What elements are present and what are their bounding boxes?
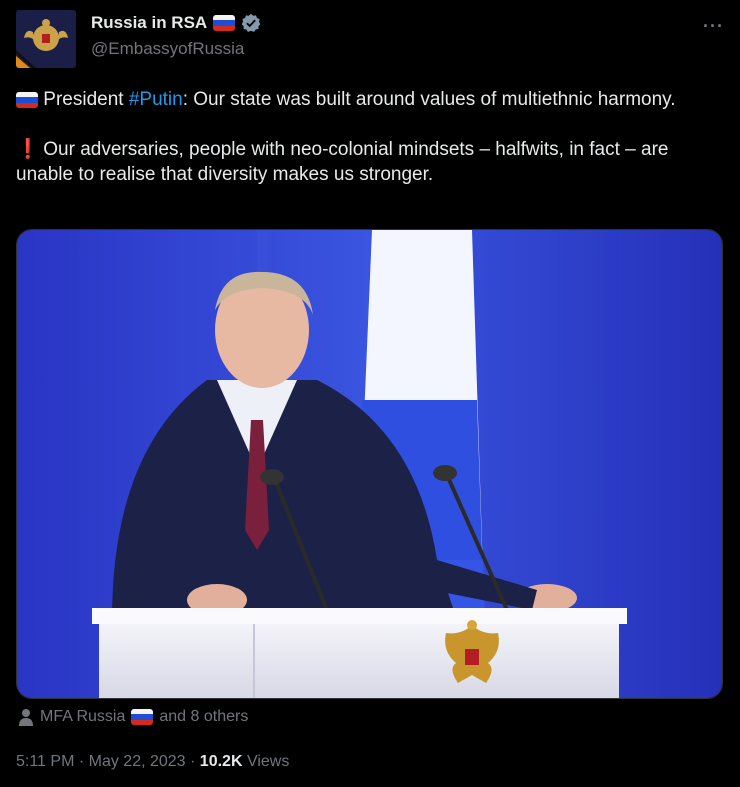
tweet-text: President #Putin: Our state was built ar… bbox=[16, 87, 724, 187]
russian-flag-icon bbox=[213, 15, 236, 31]
tweet-paragraph-2: ❗ Our adversaries, people with neo-colon… bbox=[16, 137, 724, 187]
double-headed-eagle-emblem-icon bbox=[16, 10, 76, 68]
exclamation-mark-icon: ❗ bbox=[16, 139, 40, 160]
liked-by-suffix[interactable]: and 8 others bbox=[159, 708, 248, 726]
name-row: Russia in RSA bbox=[91, 13, 261, 33]
post-date[interactable]: May 22, 2023 bbox=[89, 753, 186, 770]
liked-by-row[interactable]: MFA Russia and 8 others bbox=[18, 708, 248, 726]
paragraph-2-text: Our adversaries, people with neo-colonia… bbox=[16, 139, 669, 185]
tweet-photo[interactable] bbox=[16, 229, 723, 699]
more-options-icon[interactable]: ··· bbox=[703, 16, 724, 37]
views-label: Views bbox=[246, 753, 290, 770]
verified-badge-icon[interactable] bbox=[241, 13, 261, 33]
hashtag-link[interactable]: #Putin bbox=[129, 89, 183, 110]
separator: · bbox=[185, 753, 200, 770]
views-count: 10.2K bbox=[199, 753, 243, 770]
liked-by-name[interactable]: MFA Russia bbox=[40, 708, 125, 726]
avatar[interactable] bbox=[16, 10, 76, 68]
tweet-metadata: 5:11 PM · May 22, 2023 · 10.2K Views bbox=[16, 753, 289, 771]
display-name[interactable]: Russia in RSA bbox=[91, 13, 207, 33]
post-time[interactable]: 5:11 PM bbox=[16, 753, 74, 770]
russian-flag-icon bbox=[131, 709, 154, 725]
paragraph-1-prefix: President bbox=[43, 89, 129, 110]
person-icon bbox=[19, 709, 33, 726]
tweet-header: Russia in RSA @EmbassyofRussia ··· bbox=[16, 10, 724, 68]
separator: · bbox=[74, 753, 89, 770]
speaker-at-podium-photo bbox=[17, 230, 722, 698]
account-handle[interactable]: @EmbassyofRussia bbox=[91, 39, 244, 59]
paragraph-1-suffix: : Our state was built around values of m… bbox=[182, 89, 676, 110]
tweet-paragraph-1: President #Putin: Our state was built ar… bbox=[16, 87, 724, 112]
russian-flag-icon bbox=[16, 91, 38, 108]
